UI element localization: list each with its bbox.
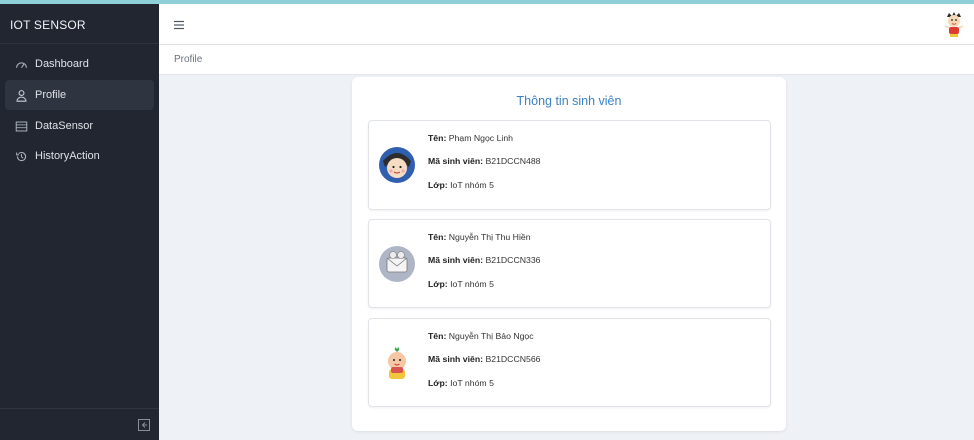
sidebar-item-label: Dashboard — [35, 58, 89, 70]
avatar-icon — [379, 246, 415, 282]
table-icon — [15, 120, 28, 133]
sidebar-item-label: Profile — [35, 89, 67, 101]
brand-title[interactable]: IOT SENSOR — [0, 4, 159, 44]
avatar-icon — [379, 345, 415, 381]
student-class-row: Lớp: IoT nhóm 5 — [428, 179, 541, 202]
collapse-sidebar-icon[interactable] — [138, 418, 150, 431]
sidebar: IOT SENSOR Dashboard Profile DataSensor … — [0, 4, 159, 440]
name-label: Tên: — [428, 133, 447, 143]
id-label: Mã sinh viên: — [428, 354, 484, 365]
top-header — [159, 4, 974, 45]
name-label: Tên: — [428, 331, 447, 341]
student-id: B21DCCN566 — [485, 354, 541, 365]
sidebar-nav: Dashboard Profile DataSensor HistoryActi… — [0, 44, 159, 171]
user-avatar-icon[interactable] — [942, 11, 966, 39]
student-card: Tên: Nguyễn Thị Thu Hiền Mã sinh viên: B… — [368, 219, 771, 308]
name-label: Tên: — [428, 232, 447, 242]
id-label: Mã sinh viên: — [428, 156, 484, 167]
student-info: Tên: Nguyễn Thị Thu Hiền Mã sinh viên: B… — [428, 231, 541, 301]
student-info: Tên: Nguyễn Thị Bảo Ngọc Mã sinh viên: B… — [428, 330, 541, 400]
student-name-row: Tên: Nguyễn Thị Bảo Ngọc — [428, 330, 541, 353]
breadcrumb: Profile — [174, 54, 203, 65]
class-label: Lớp: — [428, 377, 448, 388]
sidebar-item-profile[interactable]: Profile — [5, 80, 154, 110]
id-label: Mã sinh viên: — [428, 255, 484, 266]
hamburger-icon[interactable] — [173, 18, 185, 30]
class-label: Lớp: — [428, 278, 448, 289]
student-name: Phạm Ngọc Linh — [448, 133, 513, 143]
student-id-row: Mã sinh viên: B21DCCN566 — [428, 353, 541, 376]
student-class: IoT nhóm 5 — [450, 377, 494, 388]
student-id: B21DCCN336 — [485, 255, 541, 266]
student-id-row: Mã sinh viên: B21DCCN488 — [428, 155, 541, 178]
student-class-row: Lớp: IoT nhóm 5 — [428, 377, 541, 400]
sidebar-item-label: DataSensor — [35, 120, 94, 132]
student-id-row: Mã sinh viên: B21DCCN336 — [428, 254, 541, 277]
card-title: Thông tin sinh viên — [516, 94, 622, 108]
history-icon — [15, 150, 28, 163]
student-class-row: Lớp: IoT nhóm 5 — [428, 278, 541, 301]
student-card: Tên: Phạm Ngọc Linh Mã sinh viên: B21DCC… — [368, 120, 771, 210]
sidebar-item-historyaction[interactable]: HistoryAction — [5, 141, 154, 171]
student-name: Nguyễn Thị Thu Hiền — [448, 232, 531, 242]
student-card: Tên: Nguyễn Thị Bảo Ngọc Mã sinh viên: B… — [368, 318, 771, 407]
main-content: Thông tin sinh viên Tên: Phạm Ngọc Linh … — [175, 75, 974, 440]
avatar-icon — [379, 147, 415, 183]
sidebar-item-label: HistoryAction — [35, 150, 100, 162]
student-name-row: Tên: Nguyễn Thị Thu Hiền — [428, 231, 541, 254]
profile-card: Thông tin sinh viên Tên: Phạm Ngọc Linh … — [352, 77, 786, 431]
breadcrumb-bar: Profile — [159, 45, 974, 75]
sidebar-item-datasensor[interactable]: DataSensor — [5, 111, 154, 141]
student-class: IoT nhóm 5 — [450, 179, 494, 190]
sidebar-item-dashboard[interactable]: Dashboard — [5, 49, 154, 79]
speedometer-icon — [15, 58, 28, 71]
student-info: Tên: Phạm Ngọc Linh Mã sinh viên: B21DCC… — [428, 132, 541, 202]
class-label: Lớp: — [428, 179, 448, 190]
student-id: B21DCCN488 — [485, 156, 541, 167]
student-class: IoT nhóm 5 — [450, 278, 494, 289]
student-name: Nguyễn Thị Bảo Ngọc — [448, 331, 534, 341]
user-icon — [15, 89, 28, 102]
sidebar-collapse-bar[interactable] — [0, 408, 159, 440]
student-name-row: Tên: Phạm Ngọc Linh — [428, 132, 541, 155]
